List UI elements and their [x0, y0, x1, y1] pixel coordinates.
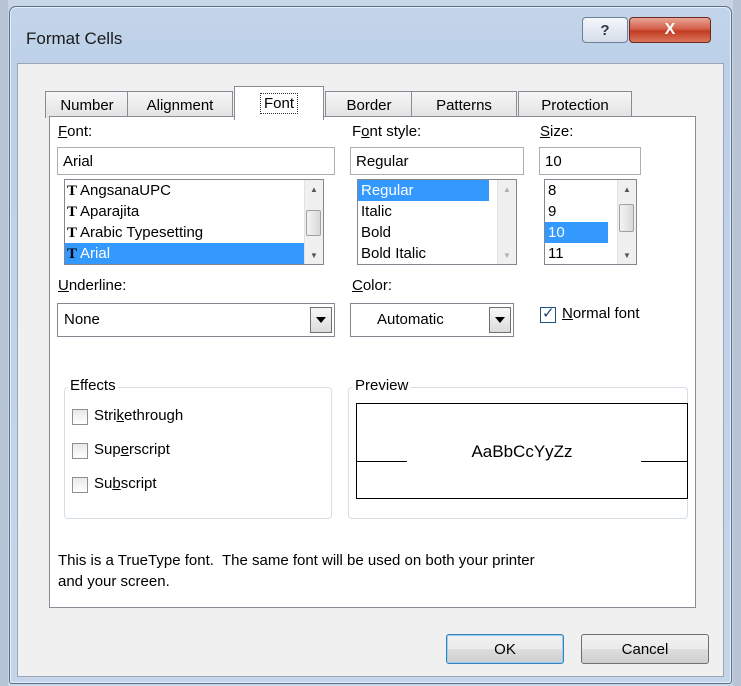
font-style-list[interactable]: Regular Italic Bold Bold Italic ▲ ▼ — [357, 179, 517, 265]
scroll-up-icon[interactable]: ▲ — [618, 180, 636, 198]
font-style-input[interactable]: Regular — [350, 147, 524, 175]
font-name-list[interactable]: T AngsanaUPC T Aparajita T Arabic Typesetti… — [64, 179, 324, 265]
list-item[interactable]: 9 — [548, 201, 556, 222]
effects-group-title: Effects — [68, 377, 118, 394]
tab-number[interactable]: Number — [45, 91, 129, 118]
truetype-icon: T — [67, 204, 78, 220]
dropdown-arrow-icon[interactable] — [489, 307, 511, 333]
size-input[interactable]: 10 — [539, 147, 641, 175]
size-list-scrollbar[interactable]: ▲ ▼ — [617, 180, 636, 264]
list-item[interactable]: Italic — [361, 201, 392, 222]
info-text-line2: and your screen. — [58, 573, 170, 590]
list-item[interactable]: 11 — [548, 243, 564, 264]
list-item[interactable]: 8 — [548, 180, 556, 201]
font-name-input[interactable]: Arial — [57, 147, 335, 175]
list-item-selected[interactable]: 10 — [545, 222, 608, 243]
list-item[interactable]: T Aparajita — [67, 201, 139, 222]
font-list-scrollbar[interactable]: ▲ ▼ — [304, 180, 323, 264]
scroll-down-icon[interactable]: ▼ — [498, 246, 516, 264]
normal-font-checkbox[interactable] — [540, 304, 556, 323]
font-tab-panel: Font: Arial T AngsanaUPC T Aparajita T Arab… — [49, 116, 696, 608]
close-icon: X — [664, 21, 676, 38]
ok-button[interactable]: OK — [446, 634, 564, 664]
scroll-thumb[interactable] — [306, 210, 321, 236]
font-style-scrollbar[interactable]: ▲ ▼ — [497, 180, 516, 264]
size-list[interactable]: 8 9 10 11 ▲ ▼ — [544, 179, 637, 265]
truetype-icon: T — [67, 246, 78, 262]
preview-baseline-right — [641, 461, 687, 462]
scroll-up-icon[interactable]: ▲ — [498, 180, 516, 198]
color-label: Color: — [352, 277, 393, 294]
help-button[interactable]: ? — [582, 17, 628, 43]
list-item[interactable]: T Arabic Typesetting — [67, 222, 203, 243]
info-text-line1: This is a TrueType font. The same font w… — [58, 552, 535, 569]
background-left-strip — [0, 0, 8, 686]
truetype-icon: T — [67, 183, 78, 199]
underline-dropdown[interactable]: None — [57, 303, 335, 337]
dialog-title: Format Cells — [26, 29, 123, 48]
list-item[interactable]: Bold — [361, 222, 391, 243]
list-item[interactable]: T AngsanaUPC — [67, 180, 171, 201]
tab-protection[interactable]: Protection — [518, 91, 632, 118]
list-item-selected[interactable]: Regular — [358, 180, 489, 201]
underline-label: Underline: — [58, 277, 127, 294]
title-bar[interactable]: Format Cells ? X — [10, 7, 731, 65]
dropdown-arrow-icon[interactable] — [310, 307, 332, 333]
list-item[interactable]: Bold Italic — [361, 243, 426, 264]
tab-alignment[interactable]: Alignment — [127, 91, 233, 118]
color-dropdown[interactable]: Automatic — [350, 303, 514, 337]
size-label: Size: — [540, 123, 574, 140]
format-cells-dialog: Format Cells ? X Number Alignment Font B… — [9, 6, 732, 684]
dialog-client-area: Number Alignment Font Border Patterns Pr… — [17, 63, 724, 677]
preview-sample-text: AaBbCcYyZz — [471, 442, 573, 461]
font-style-label: Font style: — [352, 123, 422, 140]
list-item-selected[interactable]: T Arial — [65, 243, 305, 264]
help-icon: ? — [600, 21, 610, 39]
tab-patterns[interactable]: Patterns — [411, 91, 517, 118]
tab-border[interactable]: Border — [325, 91, 413, 118]
background-right-strip — [733, 0, 741, 686]
scroll-up-icon[interactable]: ▲ — [305, 180, 323, 198]
superscript-checkbox[interactable] — [72, 443, 88, 459]
truetype-icon: T — [67, 225, 78, 241]
subscript-label[interactable]: Subscript — [94, 475, 157, 492]
strikethrough-checkbox[interactable] — [72, 409, 88, 425]
scroll-down-icon[interactable]: ▼ — [305, 246, 323, 264]
normal-font-label[interactable]: Normal font — [562, 305, 640, 322]
preview-group-title: Preview — [353, 377, 411, 394]
cancel-button[interactable]: Cancel — [581, 634, 709, 664]
font-label: Font: — [58, 123, 93, 140]
preview-box: AaBbCcYyZz — [356, 403, 688, 499]
subscript-checkbox[interactable] — [72, 477, 88, 493]
superscript-label[interactable]: Superscript — [94, 441, 170, 458]
strikethrough-label[interactable]: Strikethrough — [94, 407, 183, 424]
close-button[interactable]: X — [629, 17, 711, 43]
scroll-down-icon[interactable]: ▼ — [618, 246, 636, 264]
tab-font[interactable]: Font — [234, 86, 324, 120]
scroll-thumb[interactable] — [619, 204, 634, 232]
